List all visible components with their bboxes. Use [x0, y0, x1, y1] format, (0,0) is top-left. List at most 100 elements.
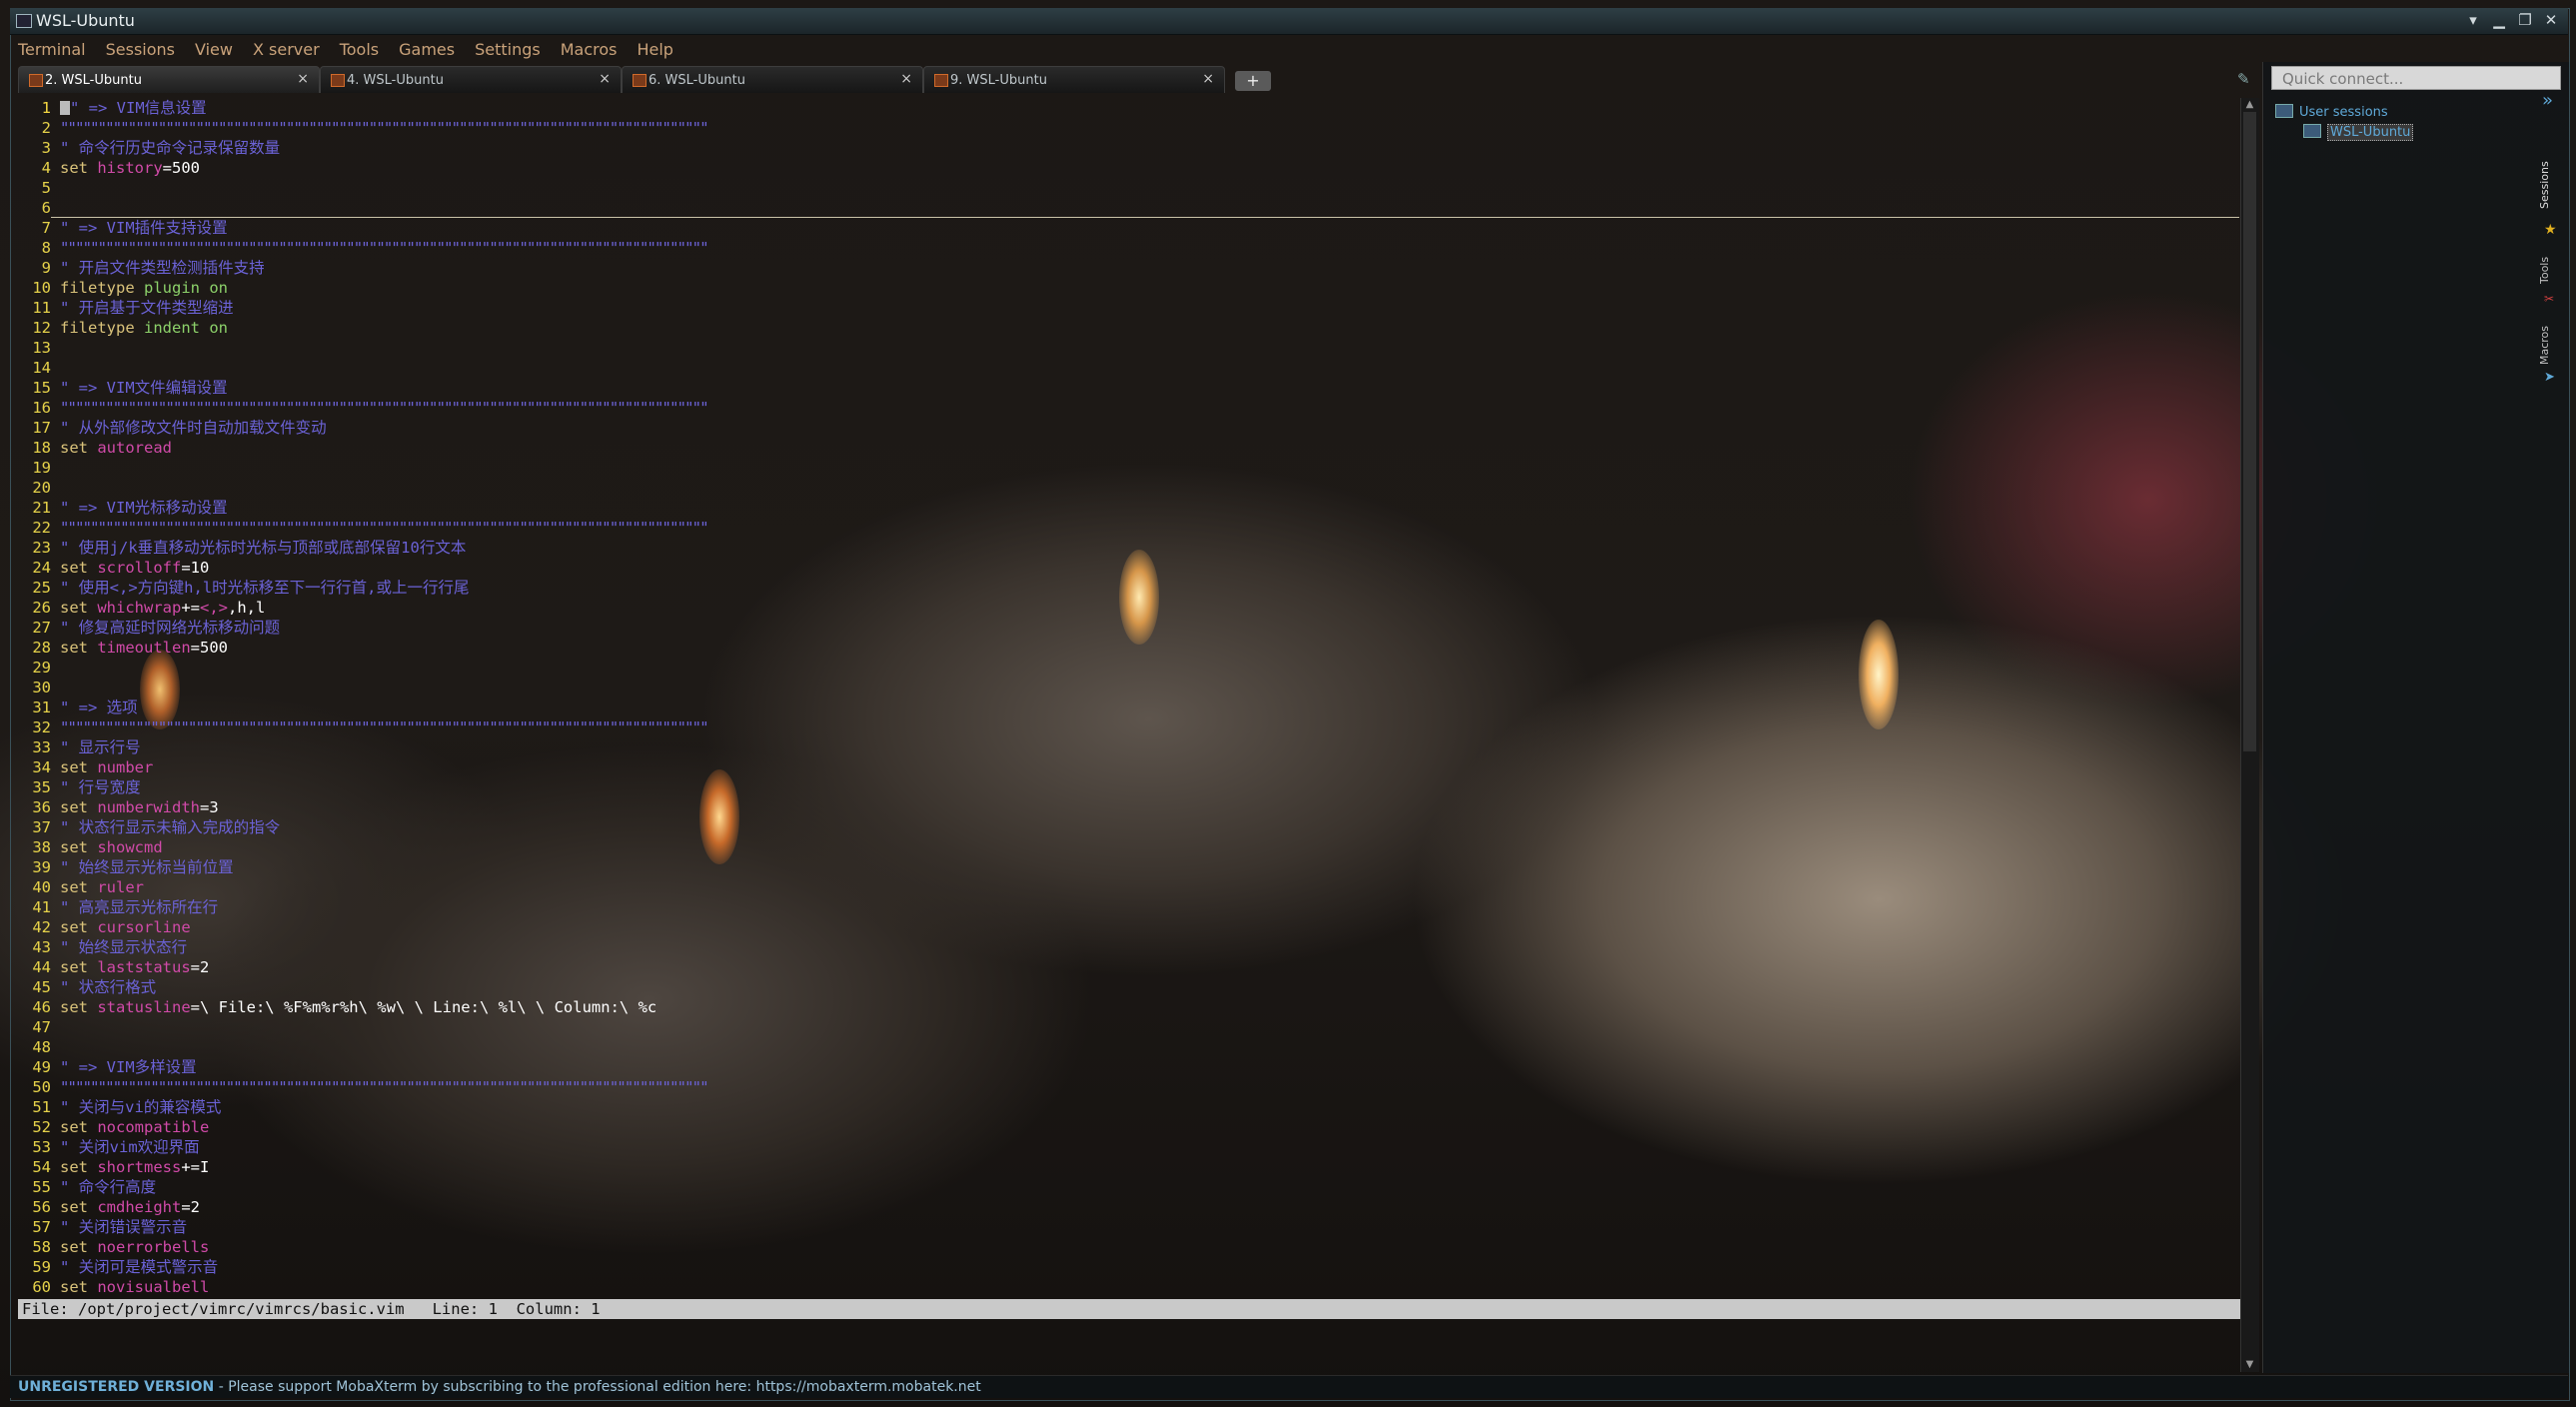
line-number: 7	[41, 219, 51, 237]
line-number: 20	[32, 479, 51, 497]
vtab-sessions[interactable]: Sessions	[2538, 150, 2562, 220]
scroll-up-icon[interactable]: ▲	[2243, 99, 2256, 111]
dropdown-icon[interactable]: ▾	[2464, 11, 2482, 29]
session-tab-bar: 2. WSL-Ubuntu × 4. WSL-Ubuntu × 6. WSL-U…	[18, 66, 1271, 94]
editor-line: 45 " 状态行格式	[18, 977, 156, 997]
terminal-tab-icon	[331, 74, 345, 87]
line-content: " 关闭vim欢迎界面	[51, 1138, 200, 1156]
line-content: " 关闭与vi的兼容模式	[51, 1098, 221, 1116]
line-content: " 开启基于文件类型缩进	[51, 299, 234, 317]
line-number: 31	[32, 699, 51, 716]
syntax-token: +=I	[181, 1158, 210, 1176]
menu-macros[interactable]: Macros	[553, 36, 630, 62]
vtab-macros[interactable]: Macros	[2538, 315, 2562, 375]
session-tab[interactable]: 6. WSL-Ubuntu ×	[622, 66, 923, 93]
editor-line: 29	[18, 658, 60, 678]
line-number: 59	[32, 1258, 51, 1276]
menu-view[interactable]: View	[187, 36, 245, 62]
menu-tools[interactable]: Tools	[332, 36, 391, 62]
editor-line: 41 " 高亮显示光标所在行	[18, 897, 218, 917]
editor-line: 28 set timeoutlen=500	[18, 638, 228, 658]
syntax-token: """"""""""""""""""""""""""""""""""""""""…	[60, 1078, 709, 1096]
close-tab-icon[interactable]: ×	[297, 71, 309, 87]
sessions-sidebar: ✎ Quick connect... User sessions WSL-Ubu…	[2237, 62, 2569, 1373]
tree-label: WSL-Ubuntu	[2327, 124, 2414, 141]
close-tab-icon[interactable]: ×	[1202, 71, 1214, 87]
syntax-token: =3	[199, 798, 219, 816]
syntax-token: laststatus	[97, 958, 191, 976]
editor-line: 26 set whichwrap+=<,>,h,l	[18, 598, 265, 618]
menu-games[interactable]: Games	[391, 36, 467, 62]
editor-line: 52 set nocompatible	[18, 1117, 209, 1137]
double-chevron-icon[interactable]: »	[2542, 90, 2553, 111]
line-number: 51	[32, 1098, 51, 1116]
user-sessions-folder[interactable]: User sessions	[2275, 104, 2388, 120]
windows-icon	[2303, 124, 2321, 138]
line-number: 52	[32, 1118, 51, 1136]
line-number: 25	[32, 579, 51, 597]
syntax-token: set	[60, 1198, 98, 1216]
syntax-token: =2	[181, 1198, 200, 1216]
terminal-app-icon	[16, 14, 32, 28]
syntax-token: " 关闭错误警示音	[60, 1218, 188, 1236]
close-tab-icon[interactable]: ×	[599, 71, 611, 87]
terminal-area[interactable]: 1 " => VIM信息设置 2 """"""""""""""""""""""""""…	[18, 98, 2239, 1317]
maximize-button[interactable]: ❐	[2516, 11, 2534, 29]
line-number: 30	[32, 679, 51, 697]
line-content: filetype indent on	[51, 319, 228, 337]
syntax-token: autoread	[97, 439, 172, 457]
session-item-wsl-ubuntu[interactable]: WSL-Ubuntu	[2303, 124, 2414, 141]
line-content: set showcmd	[51, 838, 163, 856]
syntax-token: " 行号宽度	[60, 778, 141, 796]
quick-connect-input[interactable]: Quick connect...	[2271, 66, 2561, 90]
line-content: set novisualbell	[51, 1278, 209, 1296]
line-content: set statusline=\ File:\ %F%m%r%h\ %w\ \ …	[51, 998, 656, 1016]
scroll-down-icon[interactable]: ▼	[2243, 1359, 2256, 1371]
menu-bar: Terminal Sessions View X server Tools Ga…	[10, 36, 2568, 62]
line-number: 22	[32, 519, 51, 537]
line-content: " 修复高延时网络光标移动问题	[51, 619, 280, 637]
menu-settings[interactable]: Settings	[467, 36, 553, 62]
syntax-token: nocompatible	[97, 1118, 210, 1136]
line-number: 47	[32, 1018, 51, 1036]
syntax-token: timeoutlen	[97, 639, 191, 657]
menu-help[interactable]: Help	[629, 36, 684, 62]
pencil-icon[interactable]: ✎	[2237, 70, 2253, 88]
session-tab[interactable]: 9. WSL-Ubuntu ×	[923, 66, 1225, 93]
line-number: 56	[32, 1198, 51, 1216]
syntax-token: " 状态行格式	[60, 978, 157, 996]
line-number: 6	[41, 199, 51, 217]
vtab-tools[interactable]: Tools	[2538, 245, 2562, 295]
line-content: " 状态行显示未输入完成的指令	[51, 818, 280, 836]
support-message[interactable]: - Please support MobaXterm by subscribin…	[214, 1379, 981, 1395]
terminal-tab-icon	[29, 74, 43, 87]
session-tab[interactable]: 4. WSL-Ubuntu ×	[320, 66, 622, 93]
editor-line: 51 " 关闭与vi的兼容模式	[18, 1097, 221, 1117]
window-title: WSL-Ubuntu	[36, 11, 135, 30]
terminal-tab-icon	[934, 74, 948, 87]
line-content: set whichwrap+=<,>,h,l	[51, 599, 265, 617]
title-bar[interactable]: WSL-Ubuntu ▾ ▁ ❐ ✕	[10, 8, 2568, 35]
menu-terminal[interactable]: Terminal	[10, 36, 98, 62]
line-content: " 始终显示光标当前位置	[51, 858, 234, 876]
line-number: 12	[32, 319, 51, 337]
session-tab[interactable]: 2. WSL-Ubuntu ×	[18, 66, 320, 93]
close-button[interactable]: ✕	[2542, 11, 2560, 29]
syntax-token: """"""""""""""""""""""""""""""""""""""""…	[60, 519, 709, 537]
line-number: 11	[32, 299, 51, 317]
menu-sessions[interactable]: Sessions	[98, 36, 187, 62]
minimize-button[interactable]: ▁	[2490, 11, 2508, 29]
line-content: """"""""""""""""""""""""""""""""""""""""…	[51, 399, 709, 417]
menu-x-server[interactable]: X server	[245, 36, 332, 62]
syntax-token: set	[60, 439, 98, 457]
scrollbar-thumb[interactable]	[2243, 112, 2256, 751]
line-number: 10	[32, 279, 51, 297]
editor-line: 11 " 开启基于文件类型缩进	[18, 298, 234, 318]
syntax-token: " => VIM文件编辑设置	[60, 379, 228, 397]
new-tab-button[interactable]: +	[1235, 71, 1271, 91]
close-tab-icon[interactable]: ×	[900, 71, 912, 87]
editor-line: 15 " => VIM文件编辑设置	[18, 378, 228, 398]
terminal-scrollbar[interactable]: ▲ ▼	[2240, 98, 2259, 1372]
editor-line: 30	[18, 678, 60, 698]
line-content: " => VIM文件编辑设置	[51, 379, 228, 397]
